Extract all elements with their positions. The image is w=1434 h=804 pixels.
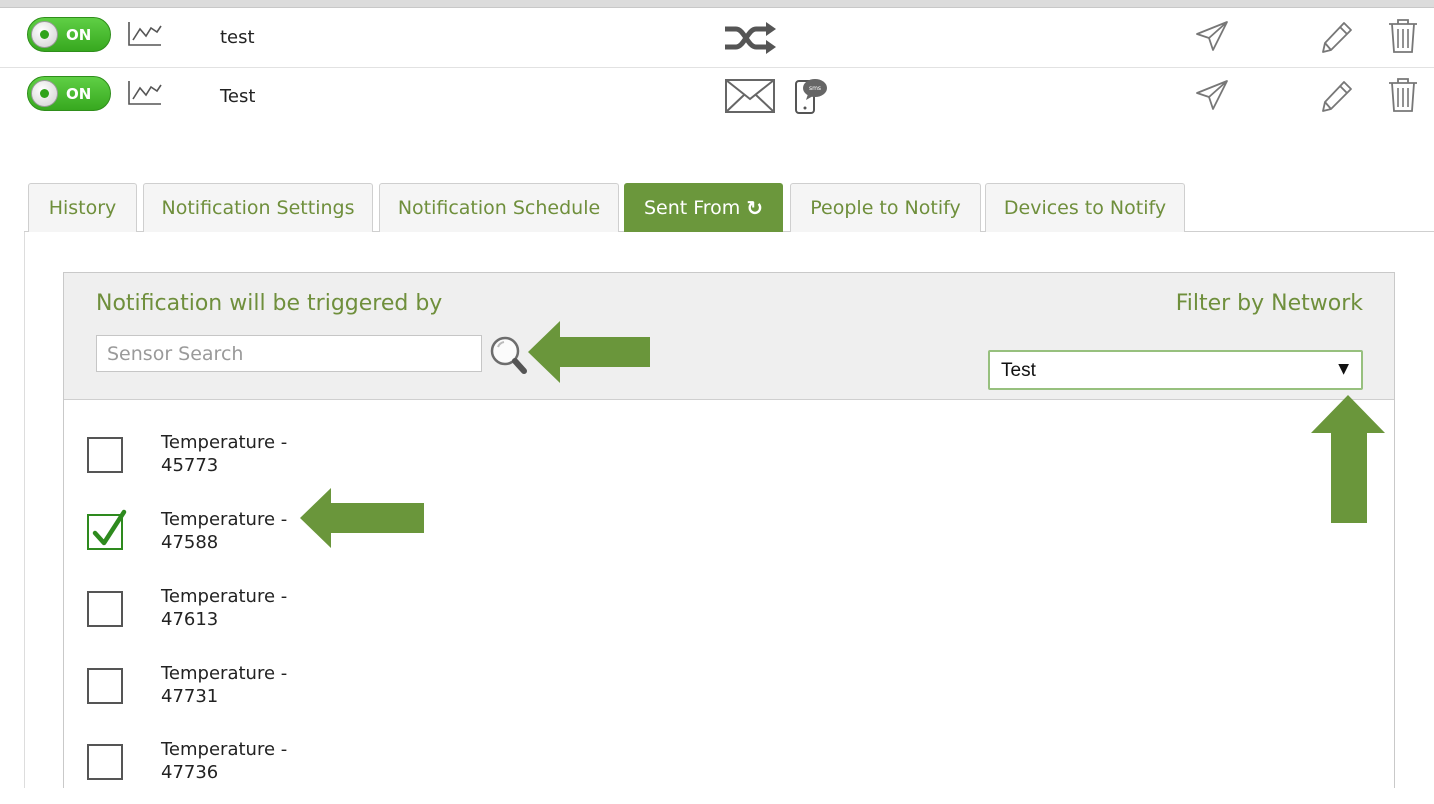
- email-icon: [725, 79, 775, 113]
- sensor-checkbox[interactable]: [87, 509, 127, 550]
- sensor-name: Temperature -: [161, 586, 288, 607]
- sms-phone-icon: sms: [795, 79, 827, 114]
- tab-label: Devices to Notify: [1003, 197, 1167, 219]
- sensor-name: Temperature -: [161, 432, 288, 453]
- annotation-arrow-up-icon: [1311, 395, 1385, 523]
- sent-from-panel: Notification will be triggered by Filter…: [63, 272, 1395, 788]
- sensor-name: Temperature -: [161, 663, 288, 684]
- sensor-id: 47731: [161, 686, 219, 707]
- toggle-knob: [31, 80, 58, 107]
- tab-label: Notification Schedule: [397, 197, 601, 219]
- sensor-id: 47613: [161, 609, 219, 630]
- sensor-label: Temperature - 47613: [161, 585, 361, 631]
- checkmark-icon: [92, 509, 127, 546]
- tab-devices-to-notify[interactable]: Devices to Notify: [985, 183, 1185, 232]
- annotation-arrow-left-icon: [300, 488, 424, 548]
- trash-icon[interactable]: [1387, 18, 1419, 54]
- network-filter-dropdown[interactable]: Test ▼: [988, 350, 1363, 390]
- tab-notification-settings[interactable]: Notification Settings: [143, 183, 373, 232]
- send-icon[interactable]: [1195, 20, 1229, 52]
- send-icon[interactable]: [1195, 79, 1229, 111]
- list-item: Temperature - 45773: [87, 432, 487, 497]
- toggle-knob: [31, 21, 58, 48]
- chart-icon[interactable]: [127, 79, 163, 107]
- on-off-toggle[interactable]: ON: [27, 76, 111, 111]
- tab-label: Notification Settings: [161, 197, 355, 219]
- sensor-checkbox[interactable]: [87, 437, 123, 473]
- trigger-title: Notification will be triggered by: [96, 291, 443, 316]
- chart-icon[interactable]: [127, 20, 163, 48]
- tab-history[interactable]: History: [28, 183, 137, 232]
- tab-label: History: [48, 197, 117, 219]
- tab-sent-from[interactable]: Sent From ↻: [624, 183, 783, 232]
- sensor-search-input[interactable]: [96, 335, 482, 372]
- sensor-checkbox[interactable]: [87, 591, 123, 627]
- notification-name[interactable]: test: [220, 27, 255, 48]
- notification-row: ON Test sms: [0, 68, 1434, 126]
- notification-name[interactable]: Test: [220, 86, 255, 107]
- list-item: Temperature - 47588: [87, 509, 487, 574]
- sensor-label: Temperature - 47731: [161, 662, 361, 708]
- toggle-label: ON: [66, 85, 92, 103]
- sensor-checkbox[interactable]: [87, 744, 123, 780]
- network-selected-value: Test: [1001, 360, 1036, 381]
- tab-people-to-notify[interactable]: People to Notify: [790, 183, 981, 232]
- notification-row: ON test: [0, 9, 1434, 68]
- edit-pencil-icon[interactable]: [1320, 79, 1354, 113]
- sensor-label: Temperature - 45773: [161, 431, 361, 477]
- search-icon[interactable]: [489, 335, 529, 377]
- list-item: Temperature - 47736: [87, 739, 487, 804]
- sensor-id: 47736: [161, 762, 219, 783]
- on-off-toggle[interactable]: ON: [27, 17, 111, 52]
- toggle-label: ON: [66, 26, 92, 44]
- tab-label: Sent From: [643, 197, 741, 219]
- shuffle-icon: [725, 22, 776, 54]
- chevron-down-icon: ▼: [1338, 361, 1349, 377]
- filter-title: Filter by Network: [1175, 291, 1363, 316]
- sensor-label: Temperature - 47736: [161, 738, 361, 784]
- top-divider: [0, 0, 1434, 8]
- sensor-id: 45773: [161, 455, 219, 476]
- panel-header: Notification will be triggered by Filter…: [64, 273, 1394, 400]
- sensor-checkbox[interactable]: [87, 668, 123, 704]
- sensor-name: Temperature -: [161, 739, 288, 760]
- list-item: Temperature - 47613: [87, 586, 487, 651]
- edit-pencil-icon[interactable]: [1320, 20, 1354, 54]
- svg-text:sms: sms: [809, 85, 821, 92]
- tab-label: People to Notify: [810, 197, 961, 219]
- tab-notification-schedule[interactable]: Notification Schedule: [379, 183, 619, 232]
- trash-icon[interactable]: [1387, 77, 1419, 113]
- annotation-arrow-left-icon: [528, 321, 650, 383]
- refresh-icon[interactable]: ↻: [746, 196, 763, 220]
- list-item: Temperature - 47731: [87, 663, 487, 728]
